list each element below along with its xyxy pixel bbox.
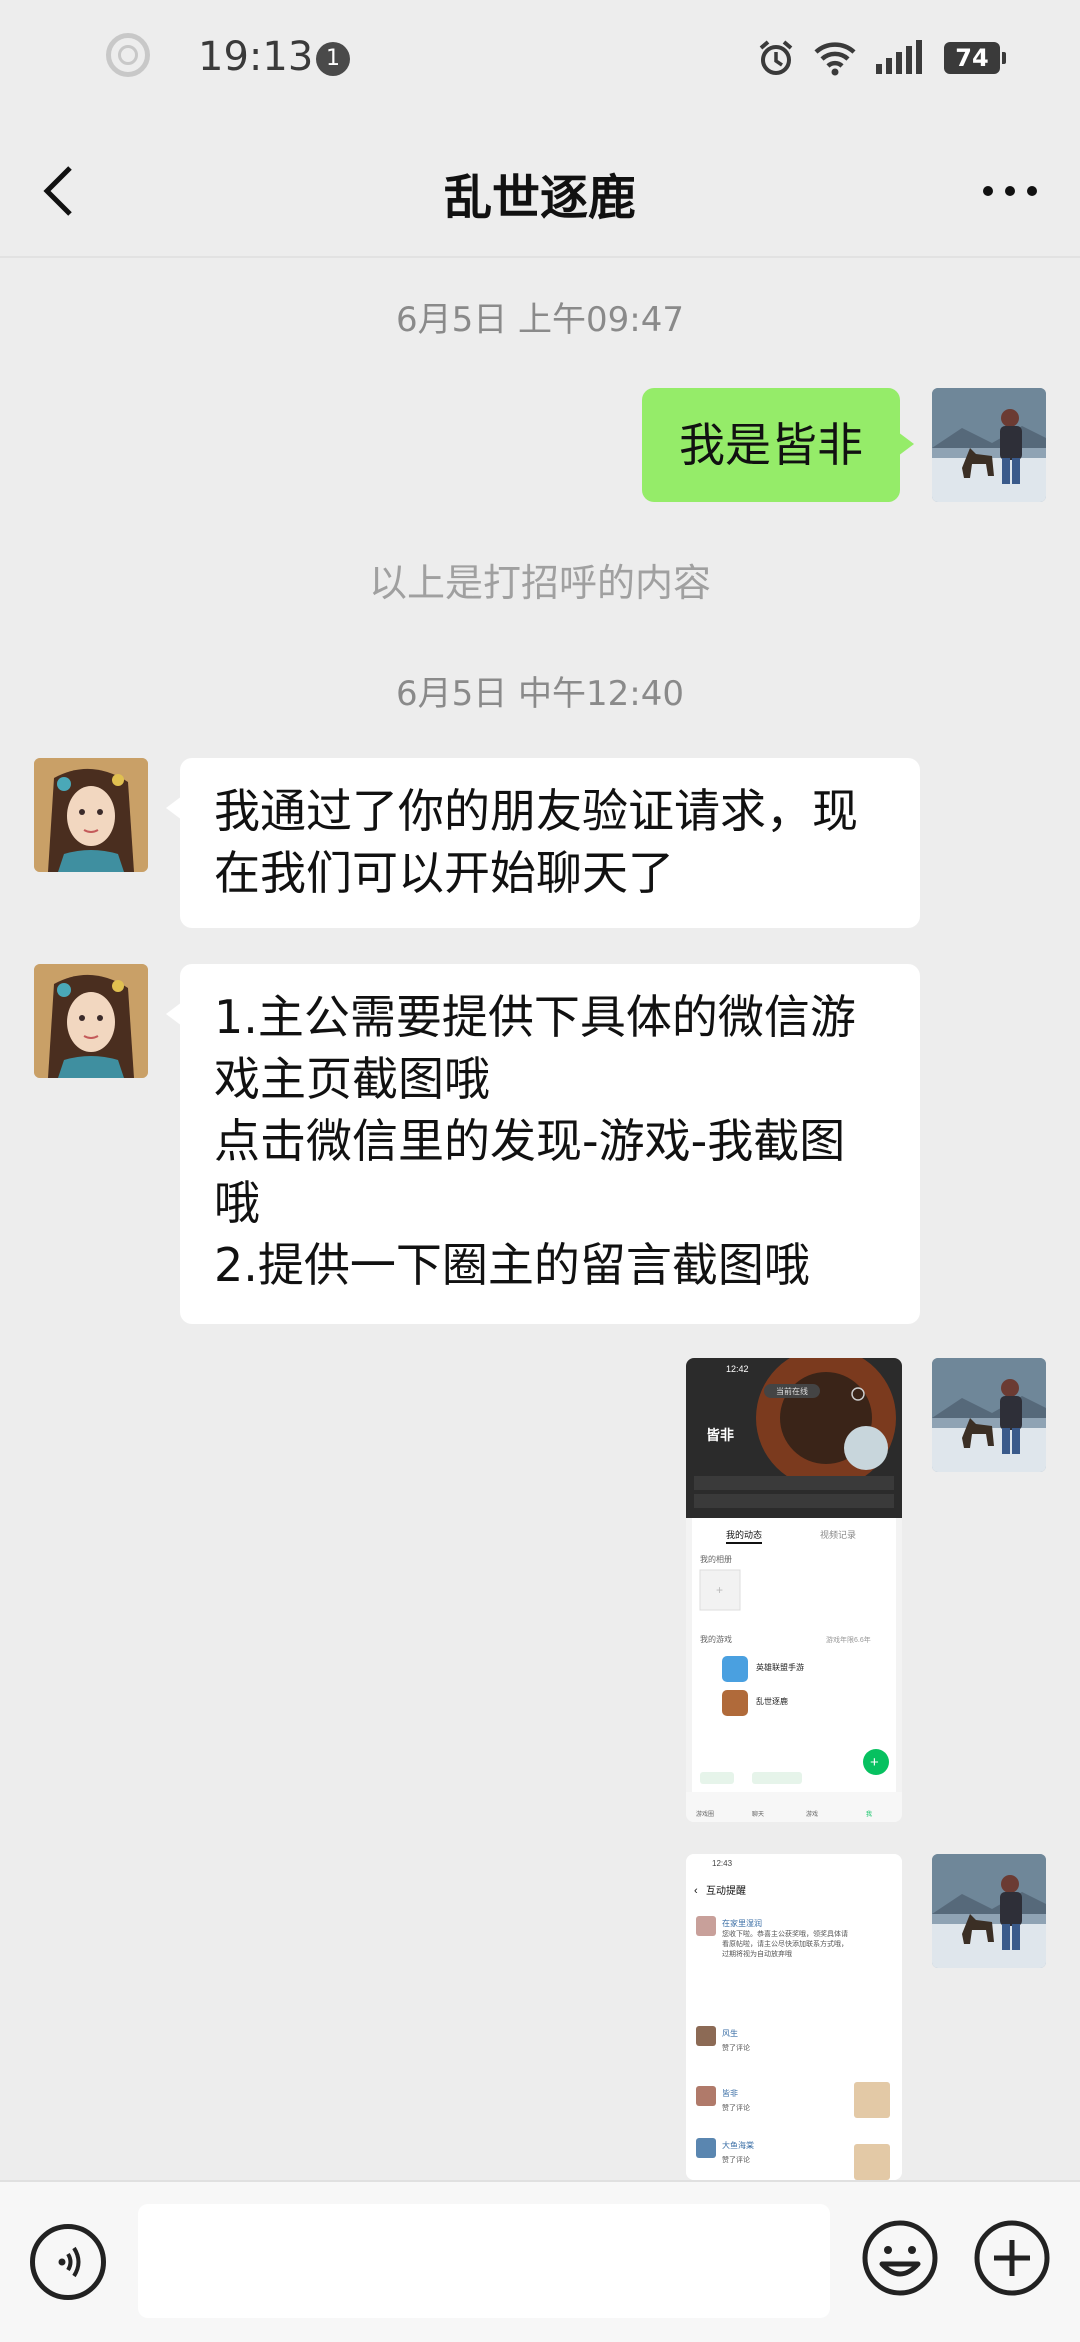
svg-text:+: + (716, 1583, 723, 1597)
screenshot-image-interaction-reminders[interactable]: 12:43 互动提醒 ‹ 在家里湿润 您收下啦。恭喜主公获奖哦，领奖具体请看原帖… (686, 1854, 902, 2180)
svg-text:英雄联盟手游: 英雄联盟手游 (756, 1662, 804, 1672)
svg-text:12:42: 12:42 (726, 1364, 749, 1374)
outgoing-message-bubble[interactable]: 我是皆非 (642, 388, 914, 502)
status-time: 19:13 (198, 34, 314, 80)
svg-text:游戏圈: 游戏圈 (696, 1810, 714, 1818)
input-bar (0, 2180, 1080, 2342)
svg-text:赞了评论: 赞了评论 (722, 2043, 750, 2052)
status-icons: 74 (756, 38, 1006, 78)
my-avatar[interactable] (932, 1854, 1046, 1968)
my-avatar[interactable] (932, 388, 1046, 502)
incoming-message-bubble[interactable]: 1.主公需要提供下具体的微信游 戏主页截图哦 点击微信里的发现-游戏-我截图 哦… (166, 964, 920, 1324)
voice-input-button[interactable] (30, 2224, 106, 2300)
svg-text:我的游戏: 我的游戏 (700, 1634, 732, 1644)
svg-text:聊天: 聊天 (752, 1810, 764, 1818)
svg-text:皆非: 皆非 (722, 2088, 738, 2098)
signal-icon (874, 40, 926, 76)
svg-text:+: + (870, 1754, 879, 1771)
svg-text:乱世逐鹿: 乱世逐鹿 (756, 1696, 788, 1706)
battery-icon: 74 (944, 42, 1006, 74)
system-note: 以上是打招呼的内容 (368, 561, 711, 605)
incoming-message-bubble[interactable]: 我通过了你的朋友验证请求，现 在我们可以开始聊天了 (166, 758, 920, 928)
status-bar: 19:13 1 74 (0, 0, 1080, 120)
screenshot-image-game-profile[interactable]: 12:42 当前在线 皆非 我的动态 视频记录 我的相册 + 我的游戏 游戏年限… (686, 1358, 902, 1822)
emoji-icon (862, 2220, 938, 2296)
svg-text:我的动态: 我的动态 (726, 1529, 762, 1540)
plus-circle-icon (974, 2220, 1050, 2296)
svg-text:大鱼海棠: 大鱼海棠 (722, 2140, 754, 2150)
timestamp: 6月5日 中午12:40 (395, 674, 685, 714)
status-circle-icon (106, 33, 150, 77)
timestamp: 6月5日 上午09:47 (395, 300, 685, 340)
svg-text:视频记录: 视频记录 (820, 1529, 856, 1540)
svg-text:当前在线: 当前在线 (776, 1386, 808, 1396)
svg-text:互动提醒: 互动提醒 (706, 1885, 746, 1897)
contact-avatar[interactable] (34, 964, 148, 1078)
chat-header: 乱世逐鹿 (0, 120, 1080, 258)
message-input[interactable] (138, 2204, 830, 2318)
svg-text:‹: ‹ (694, 1885, 698, 1897)
emoji-button[interactable] (860, 2218, 940, 2298)
notification-badge: 1 (316, 42, 350, 76)
svg-text:游戏: 游戏 (806, 1810, 818, 1818)
voice-icon (58, 2246, 81, 2278)
svg-text:赞了评论: 赞了评论 (722, 2155, 750, 2164)
svg-text:赞了评论: 赞了评论 (722, 2103, 750, 2112)
more-dots-icon (983, 186, 1037, 196)
svg-text:皆非: 皆非 (706, 1427, 734, 1443)
wifi-icon (814, 40, 856, 76)
svg-text:风生: 风生 (722, 2028, 738, 2038)
my-avatar[interactable] (932, 1358, 1046, 1472)
svg-text:在家里湿润: 在家里湿润 (722, 1918, 762, 1928)
alarm-icon (756, 38, 796, 78)
more-functions-button[interactable] (972, 2218, 1052, 2298)
header-divider (0, 256, 1080, 258)
contact-avatar[interactable] (34, 758, 148, 872)
more-options-button[interactable] (970, 156, 1050, 226)
svg-text:游戏年限6.6年: 游戏年限6.6年 (826, 1635, 871, 1644)
svg-text:12:43: 12:43 (712, 1859, 733, 1868)
svg-text:我: 我 (866, 1810, 872, 1818)
svg-text:我的相册: 我的相册 (700, 1554, 732, 1564)
chat-title: 乱世逐鹿 (443, 170, 636, 226)
